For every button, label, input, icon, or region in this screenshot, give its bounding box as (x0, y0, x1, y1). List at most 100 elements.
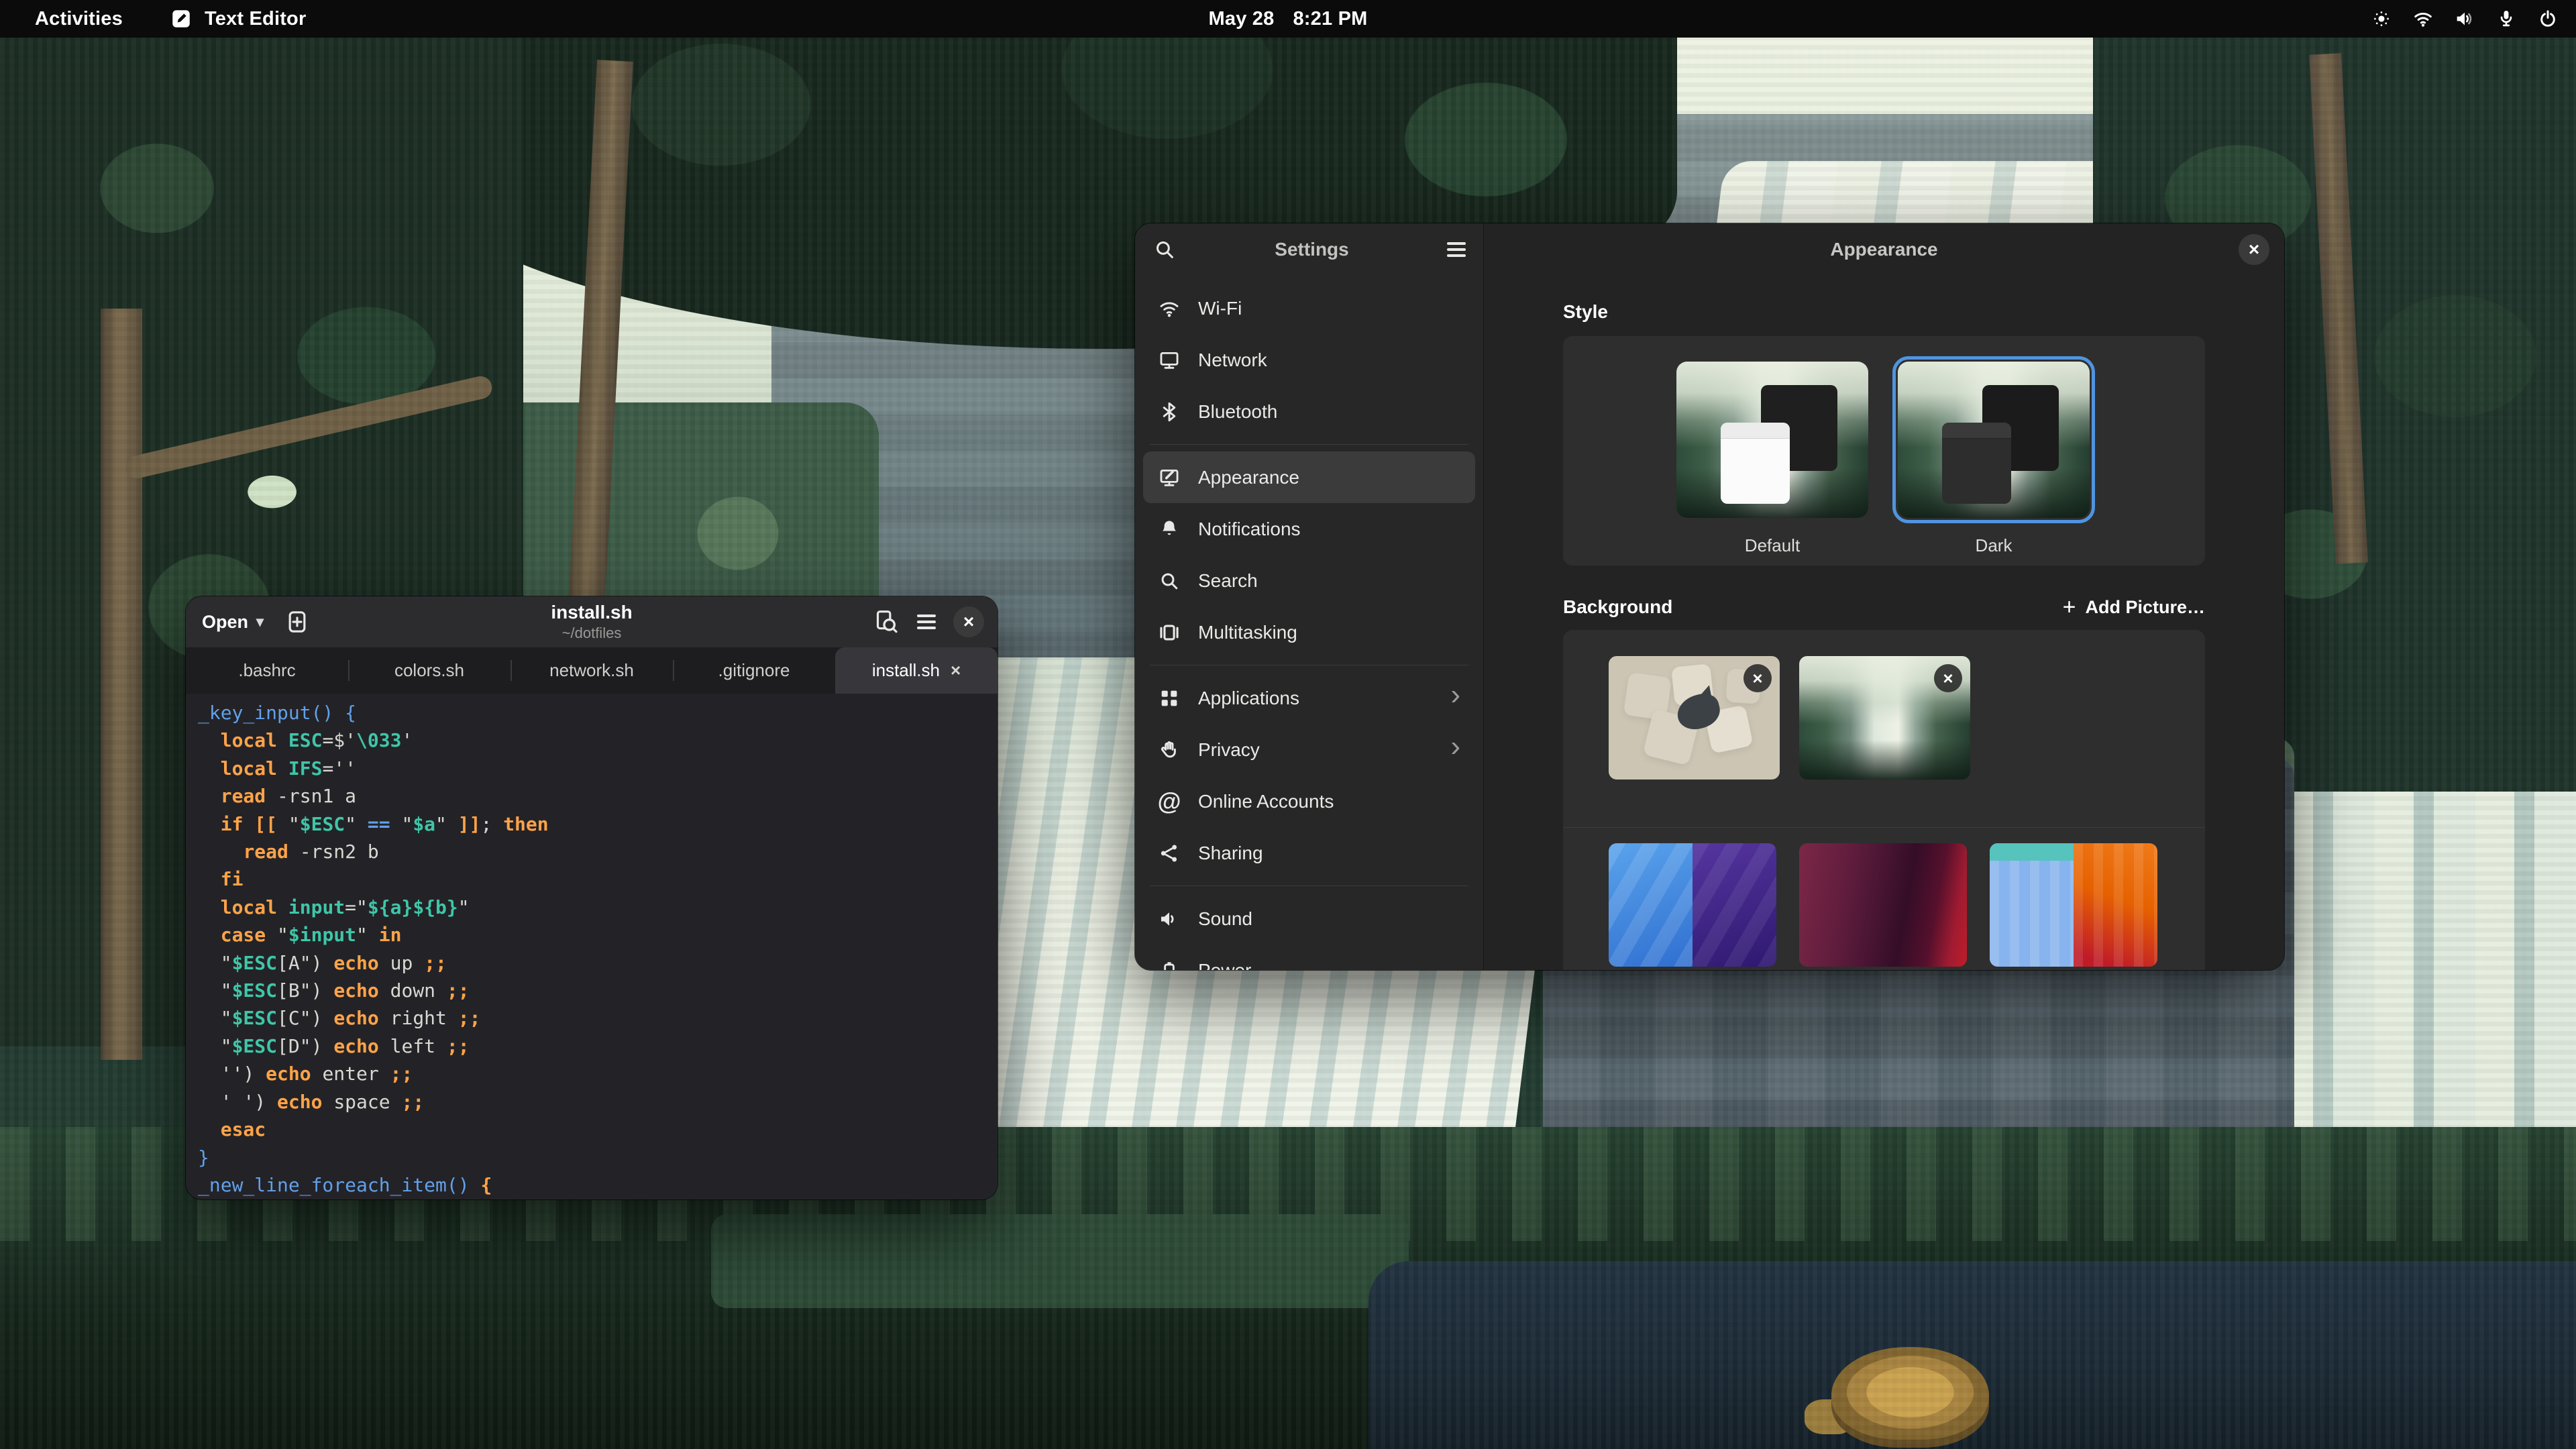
remove-wallpaper-button[interactable] (1934, 664, 1962, 692)
close-window-button[interactable] (953, 606, 984, 637)
appearance-icon (1158, 466, 1181, 489)
sidebar-item-sharing[interactable]: Sharing (1143, 827, 1475, 879)
sidebar-item-online-accounts[interactable]: Online Accounts (1143, 775, 1475, 827)
sidebar-item-notifications[interactable]: Notifications (1143, 503, 1475, 555)
wifi-icon (2412, 8, 2434, 30)
new-tab-icon[interactable] (284, 608, 311, 635)
battery-icon (1158, 959, 1181, 971)
primary-menu-icon[interactable] (1447, 248, 1466, 250)
sidebar-item-appearance[interactable]: Appearance (1143, 451, 1475, 503)
appearance-header[interactable]: Appearance (1484, 223, 2284, 276)
background-divider (1563, 827, 2205, 828)
time-label: 8:21 PM (1293, 8, 1367, 30)
open-button[interactable]: Open (202, 612, 264, 633)
settings-sidebar-header[interactable]: Settings (1135, 223, 1483, 276)
remove-wallpaper-button[interactable] (1743, 664, 1772, 692)
sidebar-item-network[interactable]: Network (1143, 334, 1475, 386)
settings-nav-list: Wi-Fi Network Bluetooth (1135, 276, 1483, 970)
sidebar-divider (1150, 444, 1468, 445)
bluetooth-icon (1158, 400, 1181, 423)
code-line: ' ') echo space ;; (198, 1088, 998, 1116)
add-picture-button[interactable]: Add Picture… (2063, 597, 2205, 618)
chevron-down-icon (256, 613, 264, 631)
menu-icon[interactable] (917, 621, 936, 623)
focused-app-menu[interactable]: Text Editor (170, 7, 307, 30)
sidebar-item-wifi[interactable]: Wi-Fi (1143, 282, 1475, 334)
code-line: '') echo enter ;; (198, 1060, 998, 1087)
tab-bar: .bashrc colors.sh network.sh .gitignore … (186, 647, 998, 694)
wifi-icon (1158, 297, 1181, 320)
activities-button[interactable]: Activities (35, 8, 123, 30)
settings-window: Settings Wi-Fi Network (1135, 223, 2284, 970)
code-line: local ESC=$'\033' (198, 727, 998, 754)
sidebar-item-multitasking[interactable]: Multitasking (1143, 606, 1475, 658)
code-line: "$ESC[B") echo down ;; (198, 977, 998, 1004)
style-dark-label: Dark (1898, 535, 2090, 556)
preset-light-half (1990, 843, 2074, 967)
code-line: read -rsn2 b (198, 838, 998, 865)
background-card (1563, 630, 2205, 970)
text-editor-icon (170, 7, 193, 30)
close-window-button[interactable] (2239, 234, 2269, 265)
brightness-icon (2371, 8, 2392, 30)
system-status-area[interactable] (2371, 8, 2559, 30)
text-editor-titlebar[interactable]: Open install.sh ~/dotfiles (186, 596, 998, 647)
sidebar-item-privacy[interactable]: Privacy (1143, 724, 1475, 775)
code-line: if [[ "$ESC" == "$a" ]]; then (198, 810, 998, 838)
appearance-panel: Appearance Style (1484, 223, 2284, 970)
search-icon[interactable] (1152, 237, 1177, 262)
code-line: local input="${a}${b}" (198, 894, 998, 921)
code-line: "$ESC[D") echo left ;; (198, 1032, 998, 1060)
preset-wallpaper-blue-purple[interactable] (1609, 843, 1776, 967)
background-section-heading: Background (1563, 596, 1672, 618)
preset-wallpaper-maroon[interactable] (1799, 843, 1967, 967)
code-line: } (198, 1144, 998, 1171)
style-default-label: Default (1676, 535, 1868, 556)
code-line: _key_input() { (198, 699, 998, 727)
document-folder: ~/dotfiles (551, 625, 632, 642)
user-wallpaper-abstract[interactable] (1609, 656, 1780, 780)
desktop: Activities Text Editor May 28 8:21 PM (0, 0, 2576, 1449)
code-line: "$ESC[C") echo right ;; (198, 1004, 998, 1032)
date-label: May 28 (1209, 8, 1275, 30)
style-option-dark[interactable]: Dark (1898, 362, 2090, 556)
preset-dark-half (2074, 843, 2157, 967)
volume-icon (2454, 8, 2475, 30)
user-wallpaper-forest[interactable] (1799, 656, 1970, 780)
tab-bashrc[interactable]: .bashrc (186, 647, 348, 694)
tab-network-sh[interactable]: network.sh (511, 647, 673, 694)
microphone-icon (2496, 8, 2517, 30)
clock-button[interactable]: May 28 8:21 PM (1209, 8, 1368, 30)
code-line: case "$input" in (198, 921, 998, 949)
top-bar: Activities Text Editor May 28 8:21 PM (0, 0, 2576, 38)
sidebar-item-applications[interactable]: Applications (1143, 672, 1475, 724)
code-line: local IFS='' (198, 755, 998, 782)
document-preview-icon[interactable] (873, 608, 900, 635)
tab-install-sh[interactable]: install.sh (835, 647, 998, 694)
document-name: install.sh (551, 602, 632, 623)
code-editor-area[interactable]: _key_input() { local ESC=$'\033' local I… (186, 694, 998, 1199)
speaker-icon (1158, 908, 1181, 930)
focused-app-name: Text Editor (205, 8, 307, 30)
tab-colors-sh[interactable]: colors.sh (348, 647, 511, 694)
apps-grid-icon (1158, 687, 1181, 710)
preset-wallpaper-blue-orange[interactable] (1990, 843, 2157, 967)
bell-icon (1158, 518, 1181, 541)
tab-gitignore[interactable]: .gitignore (673, 647, 835, 694)
chevron-right-icon (1450, 695, 1460, 702)
network-icon (1158, 349, 1181, 372)
preset-gradient (1799, 843, 1967, 967)
text-editor-window: Open install.sh ~/dotfiles .bashrc color… (186, 596, 998, 1199)
sidebar-item-power[interactable]: Power (1143, 945, 1475, 970)
style-option-default[interactable]: Default (1676, 362, 1868, 556)
sidebar-item-search[interactable]: Search (1143, 555, 1475, 606)
style-preview-dark[interactable] (1898, 362, 2090, 518)
tab-close-icon[interactable] (951, 660, 961, 681)
share-icon (1158, 842, 1181, 865)
style-preview-default[interactable] (1676, 362, 1868, 518)
add-picture-label: Add Picture… (2085, 597, 2205, 618)
sidebar-item-bluetooth[interactable]: Bluetooth (1143, 386, 1475, 437)
at-icon (1158, 790, 1181, 813)
sidebar-item-sound[interactable]: Sound (1143, 893, 1475, 945)
open-button-label: Open (202, 612, 248, 633)
